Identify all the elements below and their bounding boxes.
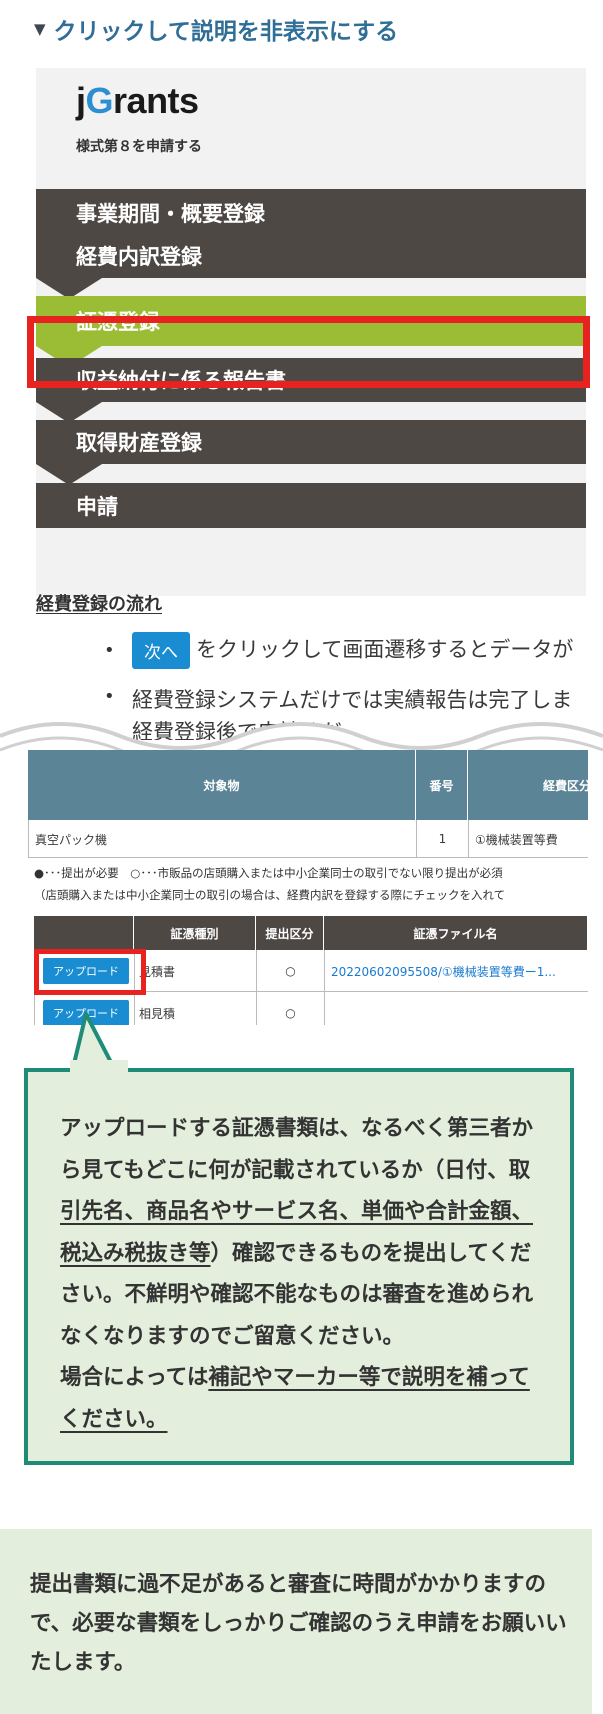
jgrants-logo: jGrants [76, 80, 199, 121]
callout-pointer-cover [70, 1060, 128, 1076]
hide-description-toggle[interactable]: ▼ クリックして説明を非表示にする [34, 12, 398, 46]
bullet-dot: • [104, 640, 115, 661]
footer-text: 提出書類に過不足があると審査に時間がかかりますので、必要な書類をしっかりご確認の… [30, 1572, 567, 1675]
next-button[interactable]: 次へ [132, 632, 190, 669]
header-submission: 提出区分 [256, 916, 324, 950]
file-link[interactable]: 20220602095508/①機械装置等費ー1... [325, 963, 556, 980]
header-file-name: 証憑ファイル名 [324, 916, 588, 950]
target-table-row: 真空パック機 1 ①機械装置等費 [28, 820, 588, 858]
bullet-item-1: 次へ をクリックして画面遷移するとデータが [132, 632, 573, 669]
cell-evidence-type: 見積書 [135, 950, 257, 992]
cell-submission-mark: ○ [257, 950, 325, 992]
evidence-table-header: 証憑種別 提出区分 証憑ファイル名 [34, 916, 588, 950]
bullet-dot: • [104, 686, 115, 707]
header-category: 経費区分 [468, 750, 588, 820]
cell-evidence-type: 相見積 [135, 992, 257, 1025]
submission-notes: ●･･･提出が必要 ○･･･市販品の店頭購入または中小企業同士の取引でない限り提… [34, 862, 505, 906]
step-acquired-assets[interactable]: 取得財産登録 [36, 420, 586, 464]
header-evidence-type: 証憑種別 [134, 916, 256, 950]
step-period-overview[interactable]: 事業期間・概要登録 [36, 189, 586, 236]
header-blank [34, 916, 134, 950]
step-arrow [36, 168, 102, 189]
cell-submission-mark: ○ [257, 992, 325, 1025]
cell-number: 1 [417, 820, 469, 858]
toggle-label: クリックして説明を非表示にする [53, 19, 399, 45]
expense-flow-title: 経費登録の流れ [36, 594, 162, 615]
step-apply[interactable]: 申請 [36, 483, 586, 528]
cell-target-name: 真空パック機 [29, 820, 417, 858]
note-line-1: ●･･･提出が必要 ○･･･市販品の店頭購入または中小企業同士の取引でない限り提… [34, 866, 503, 880]
triangle-down-icon: ▼ [34, 20, 46, 38]
note-line-2: （店頭購入または中小企業同士の取引の場合は、経費内訳を登録する際にチェックを入れ… [34, 888, 506, 902]
target-table-header: 対象物 番号 経費区分 [28, 750, 588, 820]
evidence-step-highlight [27, 316, 590, 388]
step-expense-breakdown[interactable]: 経費内訳登録 [36, 234, 586, 278]
header-number: 番号 [416, 750, 468, 820]
step-arrow [36, 464, 102, 485]
upload-button-highlight [34, 949, 146, 995]
form-subtitle: 様式第８を申請する [76, 139, 202, 155]
evidence-advice-callout: アップロードする証憑書類は、なるべく第三者から見てもどこに何が記載されているか（… [24, 1068, 574, 1465]
callout-text: アップロードする証憑書類は、なるべく第三者から見てもどこに何が記載されているか（… [60, 1116, 534, 1432]
header-target: 対象物 [28, 750, 416, 820]
cell-category: ①機械装置等費 [469, 820, 588, 858]
footer-note: 提出書類に過不足があると審査に時間がかかりますので、必要な書類をしっかりご確認の… [0, 1529, 592, 1714]
